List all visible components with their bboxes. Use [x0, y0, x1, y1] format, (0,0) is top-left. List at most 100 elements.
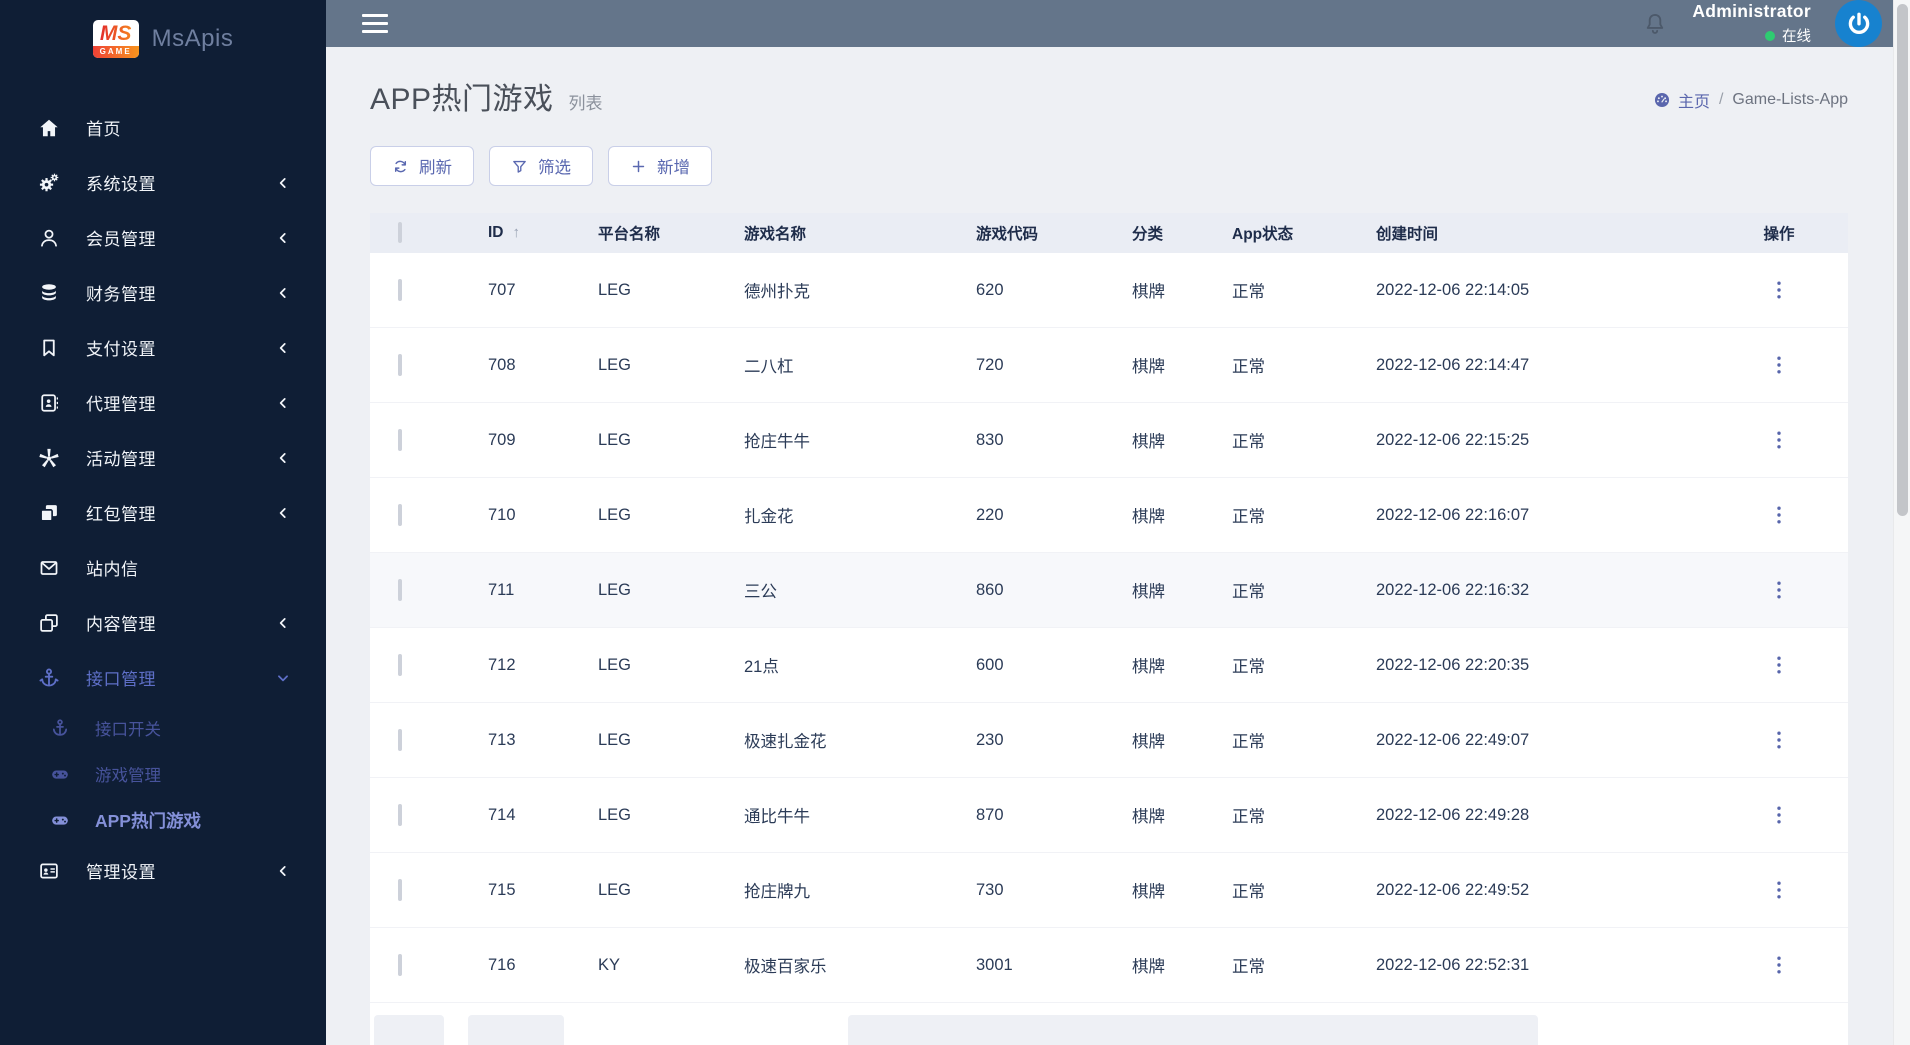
pagination-block	[848, 1015, 1538, 1045]
sidebar-subitem-api-switch[interactable]: 接口开关	[0, 705, 326, 751]
column-header-game-name[interactable]: 游戏名称	[712, 222, 944, 244]
sidebar-subitem-label: 接口开关	[95, 721, 161, 739]
cell-game-name: 抢庄牌九	[744, 883, 810, 901]
sidebar-subitem-label: APP热门游戏	[95, 810, 201, 831]
row-actions-kebab-icon[interactable]	[1767, 726, 1791, 754]
row-checkbox[interactable]	[398, 278, 402, 301]
sidebar-item-site-messages[interactable]: 站内信	[0, 540, 326, 595]
sidebar-item-label: 管理设置	[86, 863, 156, 882]
table-row: 707 LEG 德州扑克 620 棋牌 正常 2022-12-06 22:14:…	[370, 253, 1848, 328]
row-checkbox[interactable]	[398, 353, 402, 376]
cell-category: 棋牌	[1132, 883, 1165, 901]
bookmark-icon	[38, 337, 60, 359]
topbar: Administrator 在线	[326, 0, 1910, 47]
sidebar-item-red-packets[interactable]: 红包管理	[0, 485, 326, 540]
sidebar-item-finance[interactable]: 财务管理	[0, 265, 326, 320]
select-all-checkbox[interactable]	[398, 222, 402, 243]
cell-created-at: 2022-12-06 22:15:25	[1376, 430, 1530, 449]
sidebar-item-api-management[interactable]: 接口管理	[0, 650, 326, 705]
row-checkbox[interactable]	[398, 578, 402, 601]
sidebar-item-system-settings[interactable]: 系统设置	[0, 155, 326, 210]
cell-game-name: 扎金花	[744, 508, 794, 526]
cell-category: 棋牌	[1132, 658, 1165, 676]
cell-app-status: 正常	[1232, 358, 1265, 376]
cell-game-name: 通比牛牛	[744, 808, 810, 826]
refresh-icon	[392, 158, 409, 175]
table-row: 716 KY 极速百家乐 3001 棋牌 正常 2022-12-06 22:52…	[370, 928, 1848, 1003]
row-checkbox[interactable]	[398, 428, 402, 451]
chevron-left-icon	[276, 616, 290, 630]
user-icon	[38, 227, 60, 249]
row-actions-kebab-icon[interactable]	[1767, 651, 1791, 679]
column-header-app-status[interactable]: App状态	[1200, 222, 1344, 244]
gears-icon	[38, 172, 60, 194]
cell-game-code: 230	[976, 730, 1004, 749]
sidebar-item-activities[interactable]: 活动管理	[0, 430, 326, 485]
cell-id: 711	[488, 580, 515, 599]
column-header-id[interactable]: ID ↑	[456, 224, 566, 242]
chevron-left-icon	[276, 341, 290, 355]
sidebar-item-members[interactable]: 会员管理	[0, 210, 326, 265]
sidebar-item-content[interactable]: 内容管理	[0, 595, 326, 650]
brand-logo[interactable]: MS GAME MsApis	[0, 0, 326, 78]
row-checkbox[interactable]	[398, 728, 402, 751]
row-actions-kebab-icon[interactable]	[1767, 501, 1791, 529]
cell-category: 棋牌	[1132, 958, 1165, 976]
table-row: 712 LEG 21点 600 棋牌 正常 2022-12-06 22:20:3…	[370, 628, 1848, 703]
cell-category: 棋牌	[1132, 508, 1165, 526]
sidebar-item-label: 内容管理	[86, 615, 156, 634]
sidebar-toggle-button[interactable]	[362, 14, 388, 33]
notifications-bell-icon[interactable]	[1642, 11, 1668, 37]
row-actions-kebab-icon[interactable]	[1767, 276, 1791, 304]
refresh-button[interactable]: 刷新	[370, 146, 474, 186]
column-header-actions: 操作	[1763, 226, 1795, 243]
breadcrumb-home-link[interactable]: 主页	[1653, 88, 1710, 112]
column-header-platform[interactable]: 平台名称	[566, 222, 712, 244]
cell-platform: LEG	[598, 805, 632, 824]
row-checkbox[interactable]	[398, 653, 402, 676]
sidebar-item-label: 财务管理	[86, 285, 156, 304]
cell-game-code: 220	[976, 505, 1004, 524]
sidebar-item-label: 首页	[86, 120, 121, 139]
sidebar-item-agents[interactable]: 代理管理	[0, 375, 326, 430]
envelope-icon	[38, 557, 60, 579]
row-checkbox[interactable]	[398, 878, 402, 901]
sidebar-item-home[interactable]: 首页	[0, 100, 326, 155]
cell-category: 棋牌	[1132, 733, 1165, 751]
add-button[interactable]: 新增	[608, 146, 712, 186]
filter-button[interactable]: 筛选	[489, 146, 593, 186]
sidebar-item-label: 站内信	[86, 560, 139, 579]
avatar[interactable]	[1835, 0, 1882, 47]
cell-category: 棋牌	[1132, 283, 1165, 301]
sidebar-item-label: 会员管理	[86, 230, 156, 249]
sidebar-subitem-game-management[interactable]: 游戏管理	[0, 751, 326, 797]
cell-game-code: 720	[976, 355, 1004, 374]
sidebar-item-payment-settings[interactable]: 支付设置	[0, 320, 326, 375]
row-checkbox[interactable]	[398, 953, 402, 976]
window-scrollbar[interactable]	[1893, 0, 1910, 1045]
cell-platform: LEG	[598, 505, 632, 524]
cell-game-name: 抢庄牛牛	[744, 433, 810, 451]
row-actions-kebab-icon[interactable]	[1767, 951, 1791, 979]
row-actions-kebab-icon[interactable]	[1767, 426, 1791, 454]
scrollbar-thumb[interactable]	[1897, 4, 1908, 516]
row-actions-kebab-icon[interactable]	[1767, 576, 1791, 604]
cell-app-status: 正常	[1232, 958, 1265, 976]
row-actions-kebab-icon[interactable]	[1767, 876, 1791, 904]
sidebar-subitem-app-hot-games[interactable]: APP热门游戏	[0, 797, 326, 843]
row-actions-kebab-icon[interactable]	[1767, 351, 1791, 379]
cell-id: 708	[488, 355, 516, 374]
id-card-icon	[38, 860, 60, 882]
user-menu[interactable]: Administrator 在线	[1692, 1, 1811, 46]
column-header-created-at[interactable]: 创建时间	[1344, 222, 1710, 244]
sidebar-item-admin-settings[interactable]: 管理设置	[0, 843, 326, 898]
cell-created-at: 2022-12-06 22:52:31	[1376, 955, 1530, 974]
breadcrumb-home-label: 主页	[1677, 94, 1710, 111]
column-header-game-code[interactable]: 游戏代码	[944, 222, 1100, 244]
sidebar: MS GAME MsApis 首页 系统设置 会员管理 财务管理 支付设置 代理…	[0, 0, 326, 1045]
row-checkbox[interactable]	[398, 803, 402, 826]
row-actions-kebab-icon[interactable]	[1767, 801, 1791, 829]
sidebar-item-label: 红包管理	[86, 505, 156, 524]
row-checkbox[interactable]	[398, 503, 402, 526]
column-header-category[interactable]: 分类	[1100, 222, 1200, 244]
